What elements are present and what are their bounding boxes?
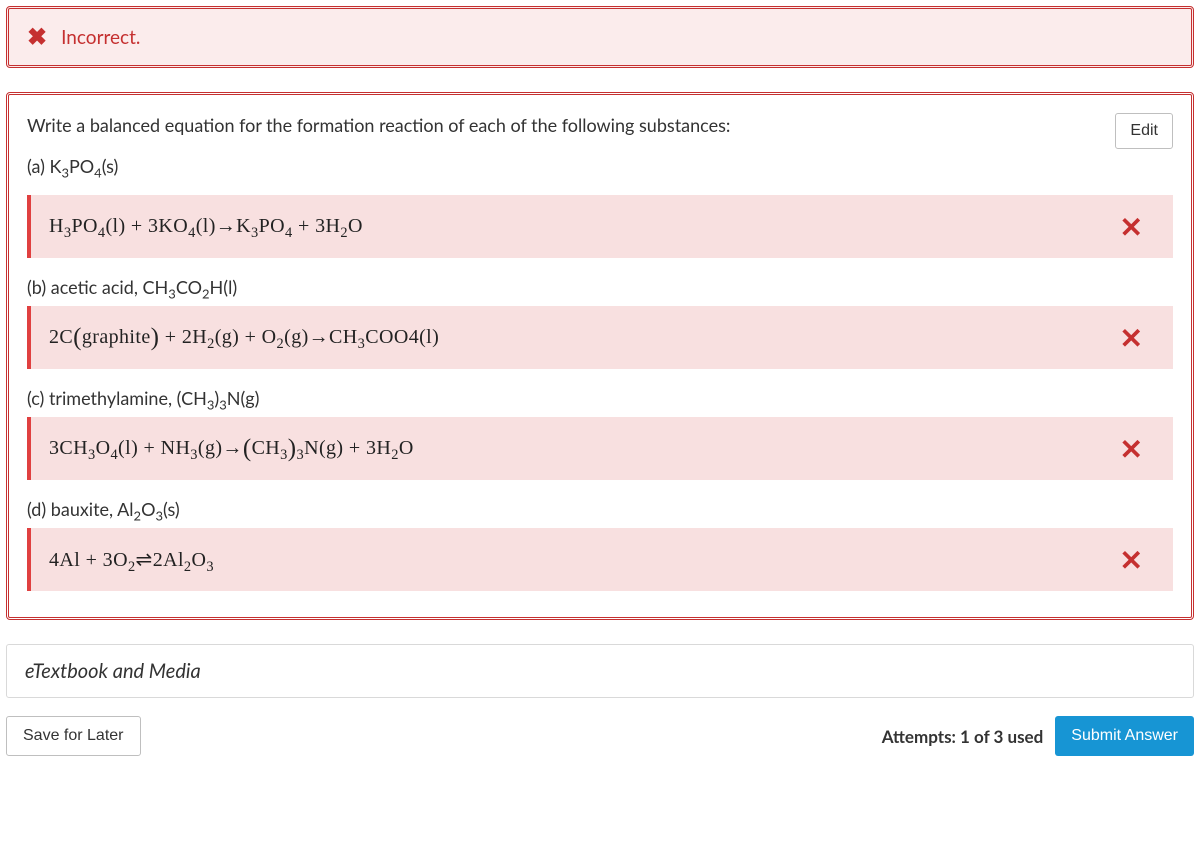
incorrect-alert: ✖ Incorrect. — [6, 6, 1194, 68]
answer-d-formula: 4Al + 3O2⇌2Al2O3 — [49, 547, 214, 572]
part-b-label: (b) acetic acid, CH3CO2H(l) — [27, 276, 1173, 298]
submit-answer-button[interactable]: Submit Answer — [1055, 716, 1194, 756]
answer-c-formula: 3CH3O4(l) + NH3(g)→(CH3)3N(g) + 3H2O — [49, 435, 414, 463]
prompt-text: Write a balanced equation for the format… — [27, 113, 1099, 195]
answer-a-formula: H3PO4(l) + 3KO4(l)→K3PO4 + 3H2O — [49, 215, 363, 238]
wrong-icon: ✕ — [1120, 542, 1155, 577]
incorrect-message: Incorrect. — [61, 26, 140, 49]
wrong-icon: ✕ — [1120, 431, 1155, 466]
question-panel: Write a balanced equation for the format… — [6, 92, 1194, 620]
footer: Save for Later Attempts: 1 of 3 used Sub… — [6, 716, 1194, 756]
answer-b: 2C(graphite) + 2H2(g) + O2(g)→CH3COO4(l)… — [27, 306, 1173, 369]
question-header: Write a balanced equation for the format… — [27, 113, 1173, 195]
etextbook-link[interactable]: eTextbook and Media — [6, 644, 1194, 698]
edit-button[interactable]: Edit — [1115, 113, 1173, 149]
part-a-label: (a) K3PO4(s) — [27, 154, 1099, 179]
answer-d: 4Al + 3O2⇌2Al2O3 ✕ — [27, 528, 1173, 591]
answer-a: H3PO4(l) + 3KO4(l)→K3PO4 + 3H2O ✕ — [27, 195, 1173, 258]
part-c-label: (c) trimethylamine, (CH3)3N(g) — [27, 387, 1173, 409]
attempts-text: Attempts: 1 of 3 used — [882, 726, 1044, 747]
wrong-icon: ✕ — [1120, 320, 1155, 355]
incorrect-icon: ✖ — [27, 25, 47, 49]
answer-b-formula: 2C(graphite) + 2H2(g) + O2(g)→CH3COO4(l) — [49, 324, 439, 352]
save-for-later-button[interactable]: Save for Later — [6, 716, 141, 756]
prompt: Write a balanced equation for the format… — [27, 113, 1099, 138]
wrong-icon: ✕ — [1120, 209, 1155, 244]
answer-c: 3CH3O4(l) + NH3(g)→(CH3)3N(g) + 3H2O ✕ — [27, 417, 1173, 480]
part-d-label: (d) bauxite, Al2O3(s) — [27, 498, 1173, 520]
